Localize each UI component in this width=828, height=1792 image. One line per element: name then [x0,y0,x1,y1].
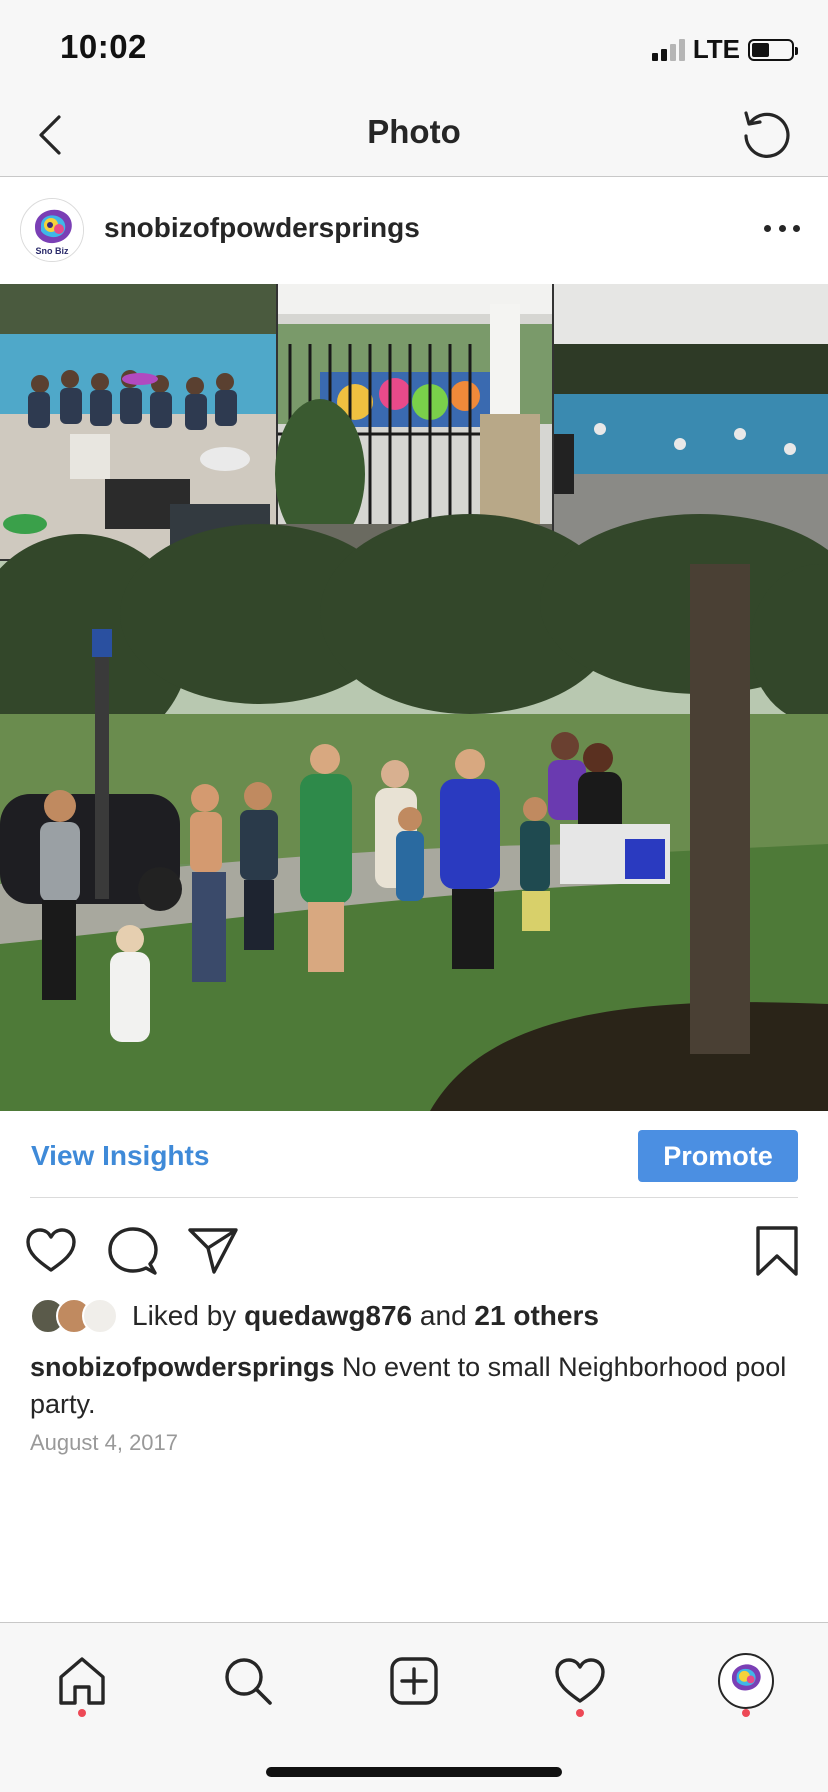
home-icon [59,1657,105,1705]
status-indicators: LTE [651,34,798,65]
bookmark-icon [756,1226,798,1276]
photo-collage [0,284,828,1111]
post-date: August 4, 2017 [30,1430,179,1455]
search-icon [225,1658,272,1705]
more-horizontal-icon [764,224,771,232]
liker-username[interactable]: quedawg876 [244,1300,412,1331]
heart-icon [26,1228,76,1272]
sno-biz-logo-icon [731,1664,761,1691]
comment-button[interactable] [106,1224,160,1278]
home-notification-dot [78,1709,86,1717]
liker-avatars [30,1298,120,1334]
share-button[interactable] [186,1224,240,1278]
heart-icon [555,1658,605,1703]
post-caption: snobizofpowdersprings No event to small … [30,1349,788,1423]
tab-new-post[interactable] [384,1651,444,1711]
post-photo[interactable] [0,284,828,1111]
caption-username[interactable]: snobizofpowdersprings [30,1352,335,1382]
network-type: LTE [692,34,740,64]
post-actions [0,1220,828,1280]
tab-activity[interactable] [550,1651,610,1711]
comment-icon [108,1227,158,1275]
more-options-button[interactable] [764,218,800,238]
tab-search[interactable] [218,1651,278,1711]
likes-summary: Liked by quedawg876 and 21 others [132,1300,599,1332]
avatar[interactable]: Sno Biz [20,198,84,262]
insights-row: View Insights Promote [30,1112,798,1198]
battery-icon [748,38,798,61]
avatar [82,1298,118,1334]
post-header: Sno Biz snobizofpowdersprings [0,178,828,284]
refresh-icon [744,111,790,158]
tab-home[interactable] [52,1651,112,1711]
plus-square-icon [390,1657,438,1705]
likes-prefix: Liked by [132,1300,245,1331]
status-bar: 10:02 LTE [0,0,828,95]
status-time: 10:02 [60,28,147,65]
send-icon [188,1228,238,1274]
activity-notification-dot [576,1709,584,1717]
likes-row[interactable]: Liked by quedawg876 and 21 others [30,1296,599,1336]
post-username[interactable]: snobizofpowdersprings [104,212,420,244]
refresh-button[interactable] [738,105,794,161]
tab-profile[interactable] [716,1651,776,1711]
likes-others-link[interactable]: 21 others [474,1300,599,1331]
promote-button[interactable]: Promote [638,1130,798,1182]
profile-notification-dot [742,1709,750,1717]
likes-connector: and [412,1300,475,1331]
save-button[interactable] [750,1224,804,1278]
view-insights-link[interactable]: View Insights [31,1140,209,1172]
avatar-logo-text: Sno Biz [35,246,69,256]
like-button[interactable] [24,1224,78,1278]
home-indicator[interactable] [266,1767,562,1777]
page-title: Photo [367,113,461,150]
profile-avatar [718,1653,774,1709]
nav-bar: Photo [0,95,828,177]
signal-strength-icon [651,38,685,61]
